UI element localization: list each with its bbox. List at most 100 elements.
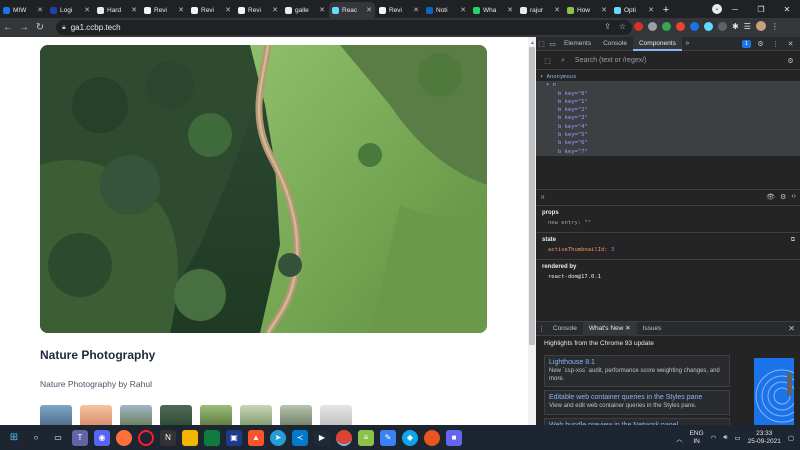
thumbnail-image[interactable] [280,405,312,425]
tab-close-icon[interactable]: ✕ [37,6,43,14]
thumbnail-image[interactable] [40,405,72,425]
docker-icon[interactable]: ◆ [402,429,418,446]
eye-icon[interactable]: 👁︎ [766,193,775,201]
tree-row-item[interactable]: b key="5" [536,131,800,140]
minimize-icon[interactable]: ─ [722,5,748,14]
photos-icon[interactable]: ▣ [226,429,242,446]
tab-close-icon[interactable]: ✕ [413,6,419,14]
tree-row-root[interactable]: ▾ Anonymous [536,73,800,81]
blue-extension-icon[interactable] [690,21,699,31]
drawer-tab-whats-new[interactable]: What's New ✕ [582,321,637,336]
camera-extension-icon[interactable] [648,21,657,31]
thumbnail-image[interactable] [320,405,352,425]
tree-row-item[interactable]: b key="0" [536,89,800,98]
chrome-icon[interactable] [336,429,352,446]
browser-tab[interactable]: Revi ✕ [235,2,281,18]
devtools-settings-icon[interactable]: ⚙ [755,40,766,48]
view-source-icon[interactable]: ‹› [791,193,796,201]
browser-tab[interactable]: Noti ✕ [423,2,469,18]
new-entry-key[interactable]: new entry: [548,220,581,226]
lock-icon[interactable]: 🔒︎ [62,24,66,32]
select-component-icon[interactable]: ⬚ [542,57,553,65]
tab-close-icon[interactable]: ✕ [601,6,607,14]
notification-icon[interactable]: ▢ [788,434,794,442]
browser-tab[interactable]: MIW ✕ [0,2,46,18]
tab-close-icon[interactable]: ✕ [554,6,560,14]
clock[interactable]: 23:33 25-09-2021 [748,430,781,446]
tab-components[interactable]: Components [632,36,682,51]
telegram-icon[interactable]: ➤ [270,429,286,446]
state-value[interactable]: 3 [611,247,614,253]
copy-icon[interactable]: ⧉ [791,237,795,244]
browser-tab[interactable]: rajur ✕ [517,2,563,18]
chrome-menu-icon[interactable]: ⋮ [771,22,779,31]
notion-icon[interactable]: N [160,429,176,446]
brave-icon[interactable]: ▲ [248,429,264,446]
scroll-up-icon[interactable]: ▲ [530,40,535,46]
volume-icon[interactable]: 🔊︎ [723,434,727,442]
tray-chevron-icon[interactable]: ︿ [676,433,683,443]
windows-start-icon[interactable]: ⊞ [6,430,22,446]
browser-tab[interactable]: How ✕ [564,2,610,18]
tab-close-icon[interactable]: ✕ [84,6,90,14]
file-explorer-icon[interactable] [182,429,198,446]
vscode-icon[interactable]: ≺ [292,429,308,446]
teams-icon[interactable]: T [72,429,88,446]
tab-close-icon[interactable]: ✕ [178,6,184,14]
reading-list-icon[interactable]: ☰ [744,22,751,31]
edge-icon[interactable] [204,429,220,446]
red-extension-icon[interactable] [676,21,685,31]
tab-close-icon[interactable]: ✕ [460,6,466,14]
settings-extension-icon[interactable] [718,21,727,31]
tree-expand-icon[interactable]: ▾ [546,82,549,88]
tree-row-child[interactable]: ▾ n [536,81,800,90]
adblock-extension-icon[interactable] [634,21,643,31]
tab-elements[interactable]: Elements [558,37,597,51]
tab-close-icon[interactable]: ✕ [272,6,278,14]
tree-row-item[interactable]: b key="2" [536,106,800,115]
drawer-close-icon[interactable]: ✕ [788,324,795,333]
tab-close-icon[interactable]: ✕ [131,6,137,14]
tree-row-item[interactable]: b key="6" [536,139,800,148]
tab-close-icon[interactable]: ✕ [319,6,325,14]
more-tabs-icon[interactable]: » [682,40,693,47]
card-title[interactable]: Editable web container queries in the St… [549,394,725,401]
new-tab-button[interactable]: + [658,2,674,18]
battery-icon[interactable]: ▭ [734,434,740,442]
tab-console[interactable]: Console [597,37,633,51]
opera-icon[interactable] [138,429,154,446]
paint-icon[interactable]: ✎ [380,429,396,446]
thumbnail-image[interactable] [160,405,192,425]
tab-close-icon[interactable]: ✕ [366,6,372,14]
drawer-tab-issues[interactable]: Issues [637,322,668,336]
back-icon[interactable]: ← [0,22,16,33]
device-toolbar-icon[interactable]: ▭ [547,40,558,48]
page-scrollbar-thumb[interactable] [529,47,535,345]
address-bar[interactable]: 🔒︎ ga1.ccbp.tech ⇪ ☆ [56,20,632,35]
drive-extension-icon[interactable] [662,21,671,31]
browser-tab[interactable]: Hard ✕ [94,2,140,18]
components-settings-icon[interactable]: ⚙ [785,57,796,65]
new-entry-value[interactable]: "" [584,220,591,226]
card-title[interactable]: Lighthouse 8.1 [549,359,725,366]
browser-tab[interactable]: Logi ✕ [47,2,93,18]
browser-tab[interactable]: Revi ✕ [376,2,422,18]
thumbnail-image[interactable] [200,405,232,425]
reload-icon[interactable]: ↻ [32,22,48,33]
forward-icon[interactable]: → [16,22,32,33]
tree-expand-icon[interactable]: ▾ [540,74,543,80]
search-icon[interactable]: ○ [28,430,44,446]
close-window-icon[interactable]: ✕ [774,5,800,14]
drawer-tab-console[interactable]: Console [547,322,583,336]
discord-icon[interactable]: ◉ [94,429,110,446]
tree-row-item[interactable]: b key="1" [536,97,800,107]
thumbnail-image[interactable] [80,405,112,425]
tree-row-item[interactable]: b key="7" [536,147,800,156]
whats-new-card[interactable]: Editable web container queries in the St… [544,390,730,415]
tree-row-item[interactable]: b key="4" [536,122,800,132]
drawer-menu-icon[interactable]: ⋮ [536,325,547,333]
browser-tab[interactable]: Reac ✕ [329,2,375,18]
devtools-menu-icon[interactable]: ⋮ [770,40,781,48]
maximize-icon[interactable]: ❐ [748,5,774,14]
issues-badge[interactable]: 1 [741,40,751,48]
